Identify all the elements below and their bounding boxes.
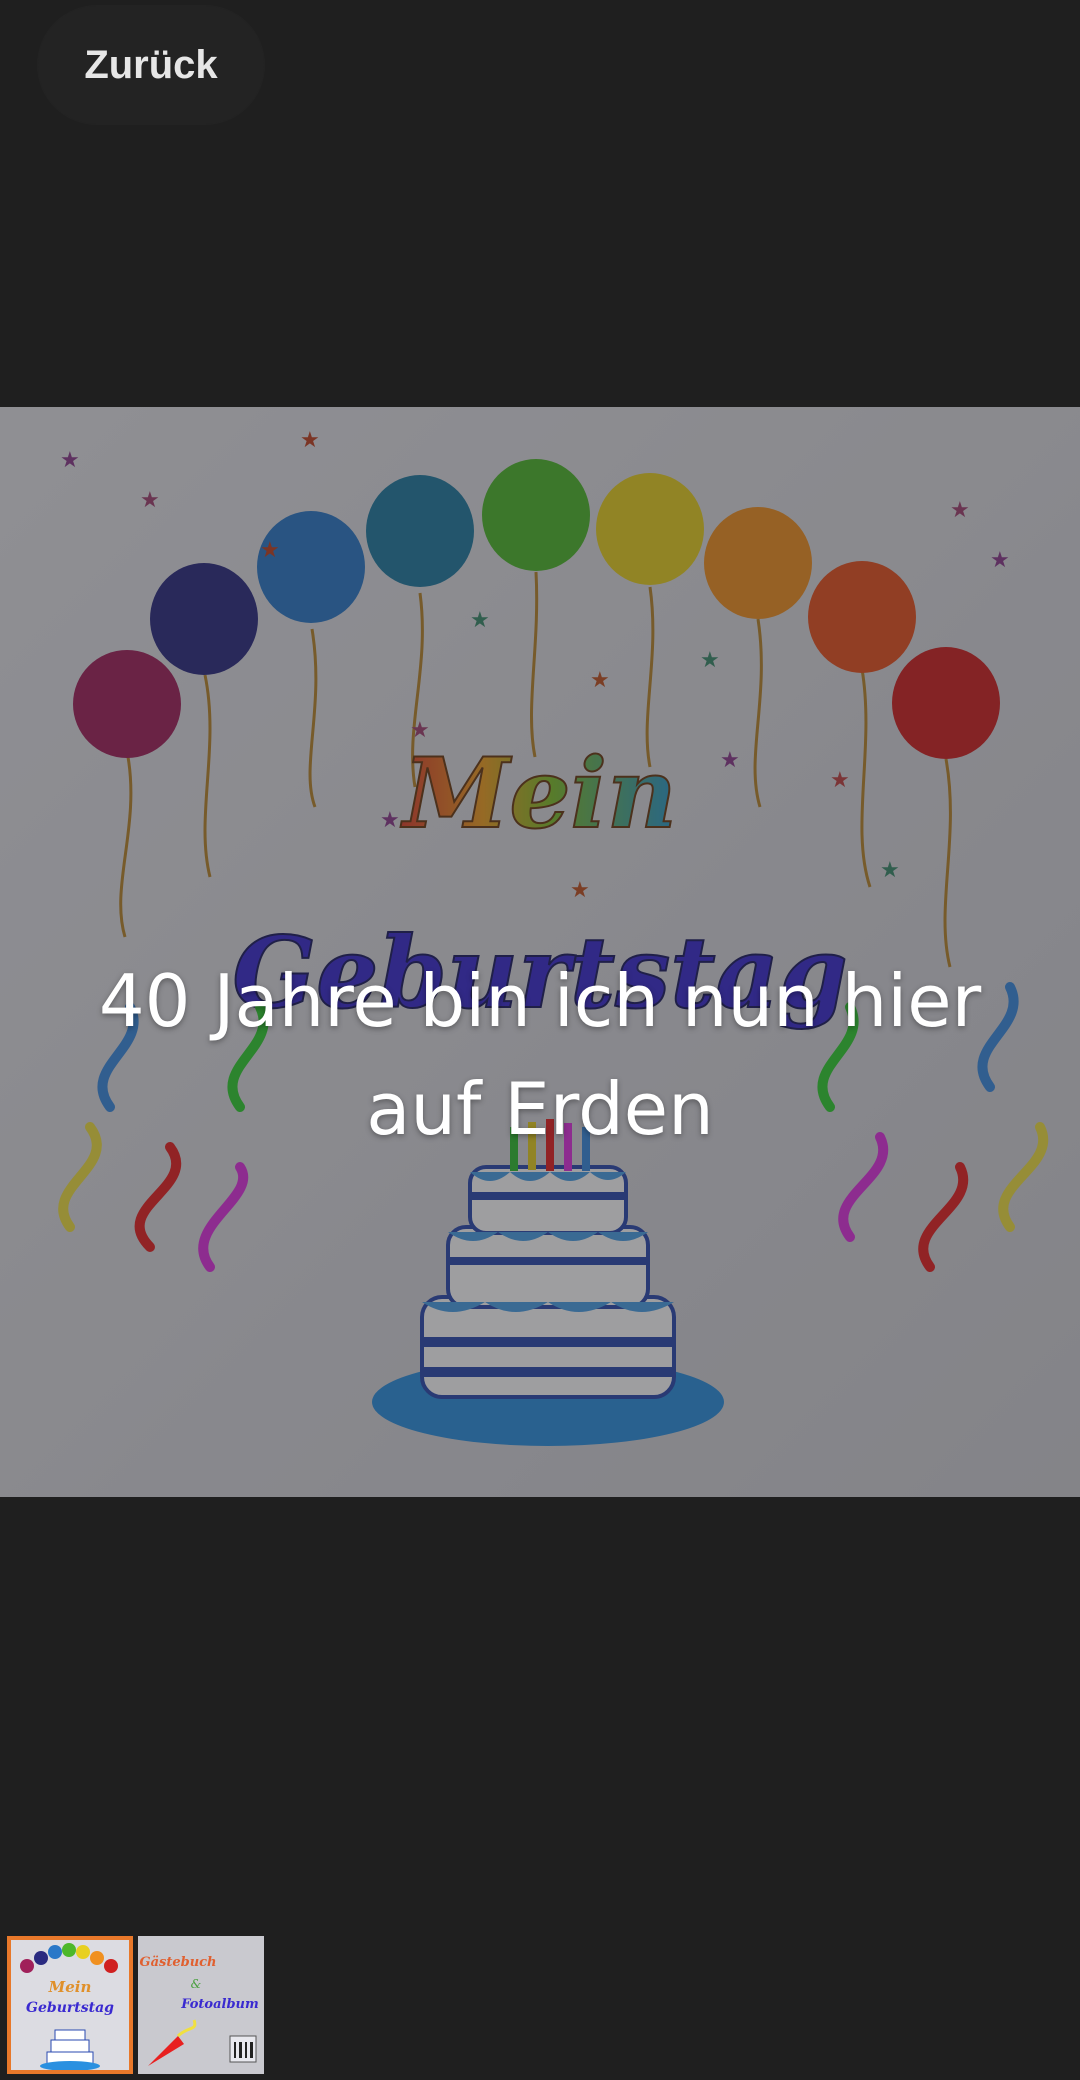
slide-image[interactable]: ★ ★ ★ ★ ★ ★ ★ ★ ★ ★ ★ ★ ★ ★ ★ Mein Gebur… [0,407,1080,1497]
thumbnail-birthday-image: Mein Geburtstag [7,1936,133,2074]
thumbnail-slide-1[interactable]: Mein Geburtstag [7,1936,133,2074]
thumb1-title-line1: Mein [48,1978,92,1996]
thumb2-title-line1: Gästebuch [139,1955,216,1970]
thumb1-title-line2: Geburtstag [26,2000,114,2016]
thumb2-title-line3: Fotoalbum [180,1997,259,2012]
thumbnail-guestbook-image: Gästebuch & Fotoalbum [138,1936,264,2074]
back-button-label: Zurück [84,42,218,87]
thumb2-title-line2: & [191,1977,202,1991]
slide-caption: 40 Jahre bin ich nun hier auf Erden [98,959,982,1151]
back-button[interactable]: Zurück [38,6,264,124]
thumbnail-slide-2[interactable]: Gästebuch & Fotoalbum [138,1936,264,2074]
slideshow-viewer: Zurück ★ ★ ★ ★ ★ ★ ★ ★ ★ ★ ★ ★ ★ ★ ★ Mei… [0,0,1080,2080]
